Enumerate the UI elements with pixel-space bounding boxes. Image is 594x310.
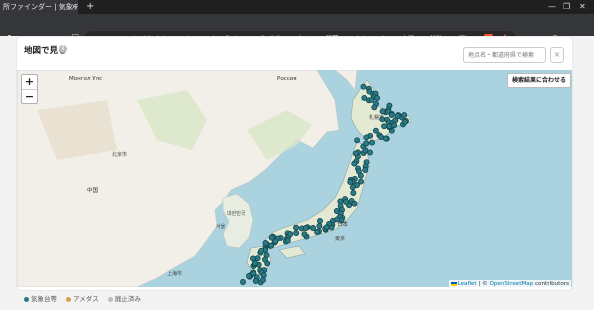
station-marker[interactable] bbox=[301, 231, 308, 238]
map-attribution: Leaflet | © OpenStreetMap contributors bbox=[448, 280, 571, 288]
station-marker[interactable] bbox=[363, 140, 370, 147]
ukraine-flag-icon bbox=[450, 281, 457, 286]
legend-label: 気象台等 bbox=[31, 295, 57, 303]
station-marker[interactable] bbox=[252, 278, 259, 284]
station-marker[interactable] bbox=[351, 160, 358, 167]
station-marker[interactable] bbox=[362, 167, 369, 173]
station-marker[interactable] bbox=[381, 123, 388, 130]
attribution-tail: contributors bbox=[533, 281, 569, 287]
legend-item-abolished: 廃止済み bbox=[107, 293, 141, 303]
station-marker[interactable] bbox=[268, 242, 275, 249]
browser-tab[interactable]: 所ファインダー | 気象データダウ bbox=[0, 0, 78, 14]
map-view[interactable]: Монгол Улс 中国 北京市 대한민국 서울 日本 東京 札幌市 Росс… bbox=[17, 70, 572, 287]
station-marker[interactable] bbox=[310, 225, 316, 231]
osm-link[interactable]: OpenStreetMap bbox=[489, 281, 533, 287]
info-icon[interactable]: i bbox=[59, 45, 67, 53]
map-label-sapporo: 札幌市 bbox=[369, 115, 385, 121]
station-marker[interactable] bbox=[363, 134, 370, 141]
station-marker[interactable] bbox=[388, 112, 395, 119]
station-marker[interactable] bbox=[260, 277, 266, 283]
clear-button[interactable]: × bbox=[550, 47, 564, 63]
station-marker[interactable] bbox=[272, 238, 279, 245]
station-marker[interactable] bbox=[371, 104, 378, 111]
station-marker[interactable] bbox=[401, 118, 408, 125]
tab-title: 所ファインダー | 気象データダウ bbox=[3, 3, 78, 11]
attribution-separator: | © bbox=[476, 281, 490, 287]
map-label-mongolia: Монгол Улс bbox=[69, 76, 103, 82]
search-input[interactable] bbox=[463, 47, 546, 63]
station-marker[interactable] bbox=[352, 150, 359, 157]
station-marker[interactable] bbox=[246, 273, 252, 279]
station-marker[interactable] bbox=[287, 231, 294, 238]
station-marker[interactable] bbox=[323, 224, 330, 231]
map-label-shanghai: 上海市 bbox=[167, 271, 183, 277]
station-marker[interactable] bbox=[349, 184, 356, 191]
station-marker[interactable] bbox=[343, 198, 349, 205]
browser-tab-bar: 所ファインダー | 気象データダウ × + — ❐ ✕ bbox=[0, 0, 594, 14]
station-marker[interactable] bbox=[368, 96, 375, 103]
station-marker[interactable] bbox=[354, 137, 361, 144]
station-marker[interactable] bbox=[386, 123, 393, 130]
map-label-seoul: 서울 bbox=[216, 224, 226, 230]
zoom-in-button[interactable]: + bbox=[22, 75, 37, 90]
zoom-control: + − bbox=[21, 74, 38, 104]
fit-results-button[interactable]: 検索結果に合わせる bbox=[507, 73, 572, 88]
map-label-tokyo: 東京 bbox=[335, 236, 346, 242]
legend-label: 廃止済み bbox=[114, 295, 141, 303]
legend-dot bbox=[24, 297, 29, 302]
map-label-korea: 대한민국 bbox=[227, 211, 246, 217]
station-marker[interactable] bbox=[262, 240, 269, 246]
station-marker[interactable] bbox=[367, 149, 373, 156]
station-marker[interactable] bbox=[252, 260, 258, 267]
address-toolbar: ↻ ☐ ⇄ awg-yk.github.io/weather-station-f… bbox=[0, 14, 594, 47]
station-marker[interactable] bbox=[347, 179, 354, 185]
map-label-beijing: 北京市 bbox=[112, 152, 128, 158]
station-marker[interactable] bbox=[293, 224, 299, 231]
station-marker[interactable] bbox=[351, 200, 358, 207]
zoom-out-button[interactable]: − bbox=[22, 90, 37, 104]
legend: 気象台等 アメダス 廃止済み bbox=[24, 293, 148, 303]
leaflet-link[interactable]: Leaflet bbox=[458, 281, 477, 287]
legend-item-observatory: 気象台等 bbox=[24, 293, 57, 303]
station-marker[interactable] bbox=[382, 135, 389, 142]
station-marker[interactable] bbox=[260, 272, 267, 279]
map-tiles bbox=[17, 70, 572, 287]
legend-item-amedas: アメダス bbox=[66, 293, 99, 303]
station-marker[interactable] bbox=[240, 279, 246, 285]
station-marker[interactable] bbox=[258, 247, 265, 254]
map-label-china: 中国 bbox=[87, 188, 99, 194]
map-label-japan: 日本 bbox=[337, 222, 349, 228]
station-marker[interactable] bbox=[328, 224, 335, 231]
station-marker[interactable] bbox=[374, 95, 381, 102]
station-marker[interactable] bbox=[378, 134, 384, 140]
station-marker[interactable] bbox=[262, 256, 268, 263]
legend-dot bbox=[66, 297, 72, 302]
station-marker[interactable] bbox=[317, 217, 323, 224]
station-marker[interactable] bbox=[372, 127, 379, 134]
maximize-icon[interactable]: ❐ bbox=[563, 0, 570, 14]
new-tab-icon[interactable]: + bbox=[86, 0, 94, 14]
station-marker[interactable] bbox=[314, 229, 321, 235]
station-marker[interactable] bbox=[369, 139, 375, 146]
station-marker[interactable] bbox=[355, 168, 362, 175]
close-window-icon[interactable]: ✕ bbox=[579, 0, 586, 14]
station-marker[interactable] bbox=[302, 225, 309, 231]
station-marker[interactable] bbox=[284, 237, 291, 244]
legend-dot bbox=[107, 297, 113, 302]
station-marker[interactable] bbox=[401, 112, 408, 119]
station-marker[interactable] bbox=[316, 223, 323, 229]
minimize-icon[interactable]: — bbox=[548, 0, 556, 14]
station-marker[interactable] bbox=[392, 117, 399, 124]
station-marker[interactable] bbox=[360, 83, 367, 90]
station-marker[interactable] bbox=[350, 190, 357, 196]
legend-label: アメダス bbox=[73, 295, 99, 303]
station-marker[interactable] bbox=[293, 230, 300, 236]
tab-close-icon[interactable]: × bbox=[71, 0, 78, 14]
map-label-russia: Россия bbox=[277, 76, 297, 82]
